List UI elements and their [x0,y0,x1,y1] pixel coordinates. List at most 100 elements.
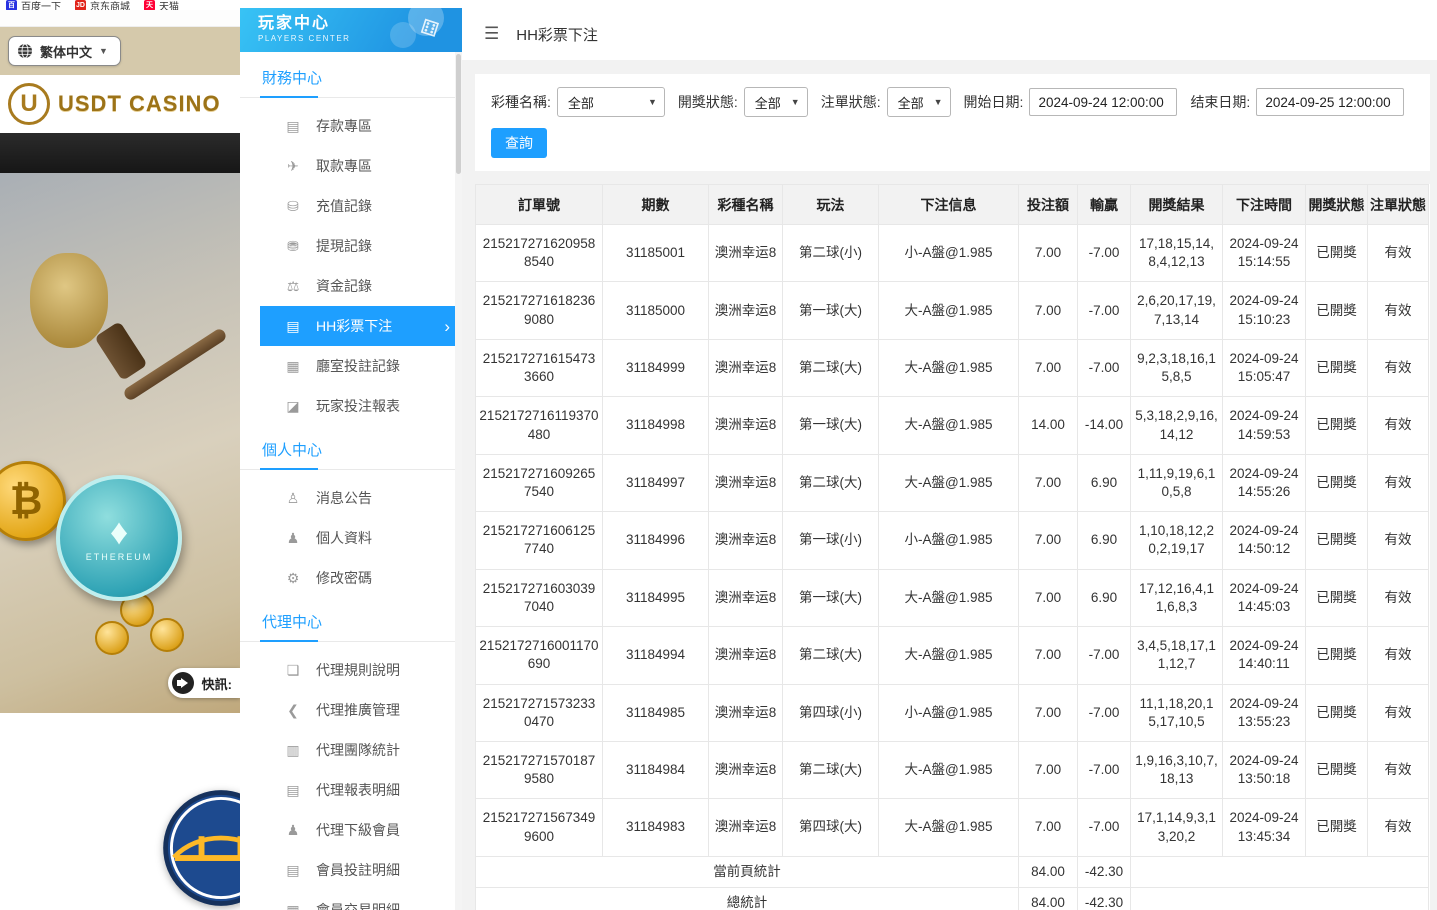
end-date-filter: 结束日期: [1190,88,1404,116]
document-icon: ❏ [285,662,301,679]
table-cell: 31184983 [603,799,709,856]
lottery-name-select[interactable]: 全部 ▼ [557,87,665,117]
sidebar-item-agent-promotion[interactable]: ❮ 代理推廣管理 [240,690,462,730]
draw-status-select[interactable]: 全部 ▼ [744,87,808,117]
sidebar-item-hh-lottery-bets[interactable]: ▤HH彩票下注› [260,306,462,346]
ticker-label: 快訊: [202,674,232,693]
table-cell: 大-A盤@1.985 [879,741,1019,798]
table-cell: 澳洲幸运8 [709,627,783,684]
sidebar-item-label: 資金記錄 [316,276,372,296]
table-cell: 有效 [1368,684,1429,741]
sidebar-item-label: 個人資料 [316,528,372,548]
search-button[interactable]: 查詢 [491,128,547,158]
sidebar-item-profile[interactable]: ♟ 個人資料 [240,518,462,558]
table-cell: 11,1,18,20,15,17,10,5 [1131,684,1223,741]
table-cell: 澳洲幸运8 [709,454,783,511]
table-cell: 有效 [1368,454,1429,511]
table-row: 215217271567349960031184983澳洲幸运8第四球(大)大-… [476,799,1429,856]
table-cell: 澳洲幸运8 [709,397,783,454]
recharge-record-icon: ⛁ [285,198,301,215]
bookmarks-bar: 百百度一下 JD京东商城 天天猫 [0,0,240,10]
table-cell: 2024-09-24 15:14:55 [1223,225,1306,282]
end-date-input[interactable] [1256,88,1404,116]
table-cell: 31184985 [603,684,709,741]
table-row: 215217271618236908031185000澳洲幸运8第一球(大)大-… [476,282,1429,339]
table-cell: 7.00 [1019,339,1078,396]
table-cell: 有效 [1368,282,1429,339]
sidebar-section-title: 代理中心 [240,598,462,642]
table-cell: 31184994 [603,627,709,684]
bookmark-item[interactable]: 天天猫 [144,0,179,10]
table-cell: 大-A盤@1.985 [879,282,1019,339]
hamburger-icon[interactable]: ☰ [484,24,499,44]
sidebar-scrollbar[interactable] [455,52,462,910]
table-cell: 2024-09-24 13:50:18 [1223,741,1306,798]
bookmark-item[interactable]: 百百度一下 [6,0,61,10]
table-cell: 17,18,15,14,8,4,12,13 [1131,225,1223,282]
site-left-background: 百百度一下JD京东商城天天猫 繁体中文 ▼ U USDT CASINO [0,0,240,910]
table-cell: 澳洲幸运8 [709,512,783,569]
sidebar-item-member-bet-detail[interactable]: ▤會員投註明細 [240,850,462,890]
sidebar-item-agent-rules[interactable]: ❏ 代理規則說明 [240,650,462,690]
main-top-gap [462,0,1437,8]
draw-status-filter: 開獎狀態: 全部 ▼ [678,87,808,117]
table-cell: 2152172716119370480 [476,397,603,454]
start-date-input[interactable] [1029,88,1177,116]
summary-bet-total: 84.00 [1019,888,1078,910]
table-cell: 2024-09-24 14:50:12 [1223,512,1306,569]
sidebar-item-deposit-zone[interactable]: ▤存款專區 [240,106,462,146]
profile-icon: ♟ [285,530,301,547]
share-icon: ❮ [285,702,301,719]
table-cell: 大-A盤@1.985 [879,799,1019,856]
table-cell: 已開獎 [1306,454,1368,511]
table-cell: 2024-09-24 14:55:26 [1223,454,1306,511]
table-cell: 第二球(大) [783,339,879,396]
table-cell: 已開獎 [1306,282,1368,339]
table-cell: 2024-09-24 14:40:11 [1223,627,1306,684]
summary-bet-total: 84.00 [1019,856,1078,887]
table-cell: 1,11,9,19,6,10,5,8 [1131,454,1223,511]
sidebar-item-label: 代理推廣管理 [316,700,400,720]
column-header: 期數 [603,185,709,225]
sidebar-item-player-bet-report[interactable]: ◪玩家投注報表 [240,386,462,426]
sidebar-item-label: 會員交易明細 [316,900,400,910]
sidebar-subtitle: PLAYERS CENTER [258,34,462,43]
column-header: 開獎狀態 [1306,185,1368,225]
table-cell: 7.00 [1019,454,1078,511]
scrollbar-thumb[interactable] [456,54,461,174]
table-cell: 31184996 [603,512,709,569]
sidebar-item-recharge-records[interactable]: ⛁充值記錄 [240,186,462,226]
sidebar-item-label: 代理規則說明 [316,660,400,680]
table-cell: 澳洲幸运8 [709,225,783,282]
summary-empty [1131,888,1429,910]
table-cell: 已開獎 [1306,684,1368,741]
sidebar-item-announcements[interactable]: ♙消息公告 [240,478,462,518]
table-cell: 2152172716030397040 [476,569,603,626]
table-cell: 31184995 [603,569,709,626]
table-cell: 已開獎 [1306,512,1368,569]
table-row: 215217271600117069031184994澳洲幸运8第二球(大)大-… [476,627,1429,684]
sidebar-item-agent-team-stats[interactable]: ▥代理團隊統計 [240,730,462,770]
usdt-logo-icon: U [8,83,50,125]
table-cell: -14.00 [1078,397,1131,454]
chevron-down-icon: ▼ [934,97,943,107]
chevron-down-icon: ▼ [791,97,800,107]
order-status-select[interactable]: 全部 ▼ [887,87,951,117]
table-cell: 大-A盤@1.985 [879,339,1019,396]
table-cell: 第四球(大) [783,799,879,856]
language-selector[interactable]: 繁体中文 ▼ [8,36,121,66]
gavel-icon [94,321,147,381]
sidebar-item-withdrawal-records[interactable]: ⛃提現記錄 [240,226,462,266]
table-cell: 小-A盤@1.985 [879,684,1019,741]
sidebar-item-change-password[interactable]: ⚙修改密碼 [240,558,462,598]
sidebar-item-funds-records[interactable]: ⚖資金記錄 [240,266,462,306]
sidebar-item-agent-sub-members[interactable]: ♟代理下級會員 [240,810,462,850]
table-cell: -7.00 [1078,684,1131,741]
sidebar-item-room-bet-records[interactable]: ▦廳室投註記錄 [240,346,462,386]
table-cell: 2152172716182369080 [476,282,603,339]
withdrawal-record-icon: ⛃ [285,238,301,255]
bookmark-item[interactable]: JD京东商城 [75,0,130,10]
sidebar-item-agent-report-detail[interactable]: ▤代理報表明細 [240,770,462,810]
sidebar-item-member-trade-detail[interactable]: ▦會員交易明細 [240,890,462,910]
sidebar-item-withdraw-zone[interactable]: ✈取款專區 [240,146,462,186]
